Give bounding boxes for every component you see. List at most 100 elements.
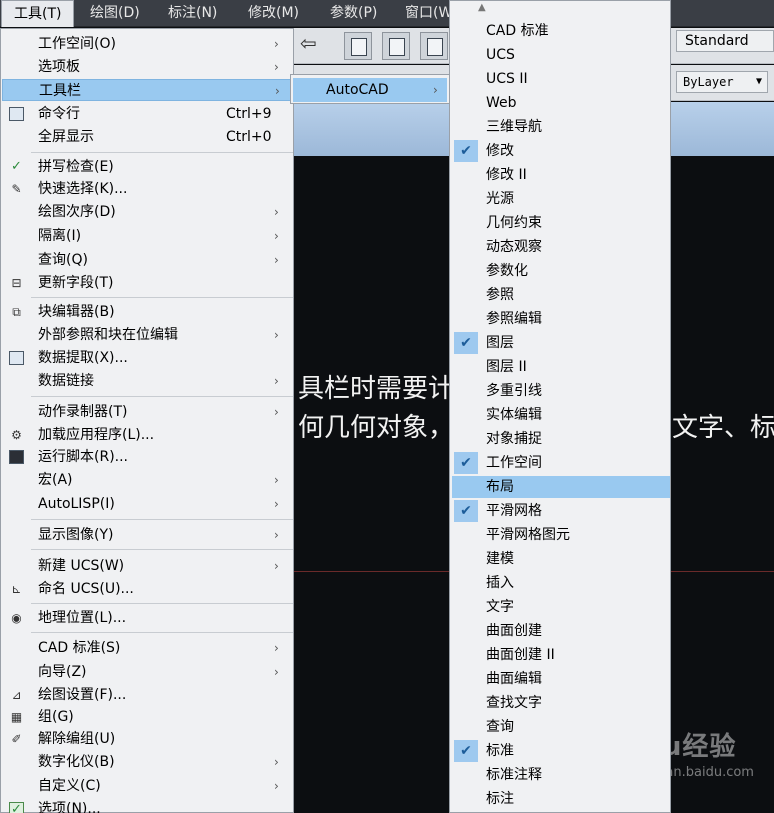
toolbar-option[interactable]: ✔ 图层 [452, 332, 670, 354]
toolbar-option[interactable]: 修改 II [452, 164, 670, 186]
menu-item-tablet[interactable]: 数字化仪(B) › [2, 751, 293, 773]
toolbar-option-label: CAD 标准 [486, 23, 549, 39]
menu-item-toolbars[interactable]: 工具栏 › [2, 79, 293, 101]
toolbar-option-label: 平滑网格 [486, 503, 542, 519]
toolbar-option[interactable]: UCS II [452, 68, 670, 90]
menu-tools[interactable]: 工具(T) [1, 0, 75, 27]
menu-item-group[interactable]: ▦ 组(G) [2, 706, 293, 728]
toolbar-option[interactable]: 平滑网格图元 [452, 524, 670, 546]
toolbar-option-highlighted[interactable]: 布局 [452, 476, 670, 498]
menu-item-label: 宏(A) [38, 472, 73, 488]
scroll-up-icon[interactable]: ▲ [478, 2, 486, 13]
menu-item-inquiry[interactable]: 查询(Q) › [2, 249, 293, 271]
toolbar-option-label: 参数化 [486, 263, 528, 279]
toolbar-option[interactable]: 三维导航 [452, 116, 670, 138]
menu-item-options[interactable]: ✓ 选项(N)... [2, 798, 293, 813]
menu-modify[interactable]: 修改(M) [236, 0, 311, 27]
toolbar-option[interactable]: CAD 标准 [452, 20, 670, 42]
menu-item-run-script[interactable]: 运行脚本(R)... [2, 446, 293, 468]
toolbar-option[interactable]: 标准注释 [452, 764, 670, 786]
toolbar-option[interactable]: 文字 [452, 596, 670, 618]
toolbar-option[interactable]: 建模 [452, 548, 670, 570]
menu-item-drafting-settings[interactable]: ⊿ 绘图设置(F)... [2, 684, 293, 706]
menu-item-label: 选项板 [38, 59, 80, 75]
toolbar-option-label: 对象捕捉 [486, 431, 542, 447]
toolbar-option[interactable]: ✔ 工作空间 [452, 452, 670, 474]
submenu-item-autocad[interactable]: AutoCAD › [293, 78, 447, 102]
chevron-right-icon: › [274, 405, 279, 419]
menu-dimension[interactable]: 标注(N) [156, 0, 229, 27]
menu-item-workspace[interactable]: 工作空间(O) › [2, 33, 293, 55]
menu-item-xref-edit[interactable]: 外部参照和块在位编辑 › [2, 324, 293, 346]
menu-item-action-recorder[interactable]: 动作录制器(T) › [2, 401, 293, 423]
load-application-icon: ⚙ [11, 428, 22, 442]
menu-item-display-image[interactable]: 显示图像(Y) › [2, 524, 293, 546]
design-center-toolbar-button[interactable] [382, 32, 410, 60]
toolbar-option[interactable]: 几何约束 [452, 212, 670, 234]
toolbar-option[interactable]: ✔ 平滑网格 [452, 500, 670, 522]
toolbar-option-label: 文字 [486, 599, 514, 615]
menu-item-new-ucs[interactable]: 新建 UCS(W) › [2, 555, 293, 577]
menu-item-update-fields[interactable]: ⊟ 更新字段(T) [2, 272, 293, 294]
checkmark-icon: ✔ [454, 140, 478, 162]
toolbar-option[interactable]: 实体编辑 [452, 404, 670, 426]
toolbar-option[interactable]: 多重引线 [452, 380, 670, 402]
menu-item-isolate[interactable]: 隔离(I) › [2, 225, 293, 247]
toolbar-option[interactable]: 光源 [452, 188, 670, 210]
chevron-down-icon: ▼ [755, 76, 762, 87]
toolbar-option[interactable]: 查找文字 [452, 692, 670, 714]
toolbar-option[interactable]: ✔ 标准 [452, 740, 670, 762]
toolbar-option[interactable]: 参照编辑 [452, 308, 670, 330]
toolbar-option[interactable]: 参数化 [452, 260, 670, 282]
menu-item-load-application[interactable]: ⚙ 加载应用程序(L)... [2, 424, 293, 446]
toolbar-option[interactable]: ✔ 修改 [452, 140, 670, 162]
chevron-right-icon: › [433, 83, 438, 97]
menu-item-palettes[interactable]: 选项板 › [2, 56, 293, 78]
menu-item-ungroup[interactable]: ✐ 解除编组(U) [2, 728, 293, 750]
menu-item-autolisp[interactable]: AutoLISP(I) › [2, 493, 293, 515]
toolbar-option[interactable]: 参照 [452, 284, 670, 306]
toolbar-option[interactable]: Web [452, 92, 670, 114]
options-check-icon: ✓ [9, 802, 24, 813]
menu-item-data-links[interactable]: 数据链接 › [2, 370, 293, 392]
menu-item-macro[interactable]: 宏(A) › [2, 469, 293, 491]
group-icon: ▦ [10, 710, 23, 724]
menu-item-quick-select[interactable]: ✎ 快速选择(K)... [2, 178, 293, 200]
menu-item-shortcut: Ctrl+0 [226, 129, 272, 145]
canvas-text-line1: 具栏时需要计 [298, 374, 455, 404]
menu-item-fullscreen[interactable]: 全屏显示 Ctrl+0 [2, 126, 293, 148]
properties-toolbar-button[interactable] [344, 32, 372, 60]
menu-item-command-line[interactable]: 命令行 Ctrl+9 [2, 103, 293, 125]
toolbar-option[interactable]: 插入 [452, 572, 670, 594]
menu-item-draw-order[interactable]: 绘图次序(D) › [2, 201, 293, 223]
menu-item-data-extraction[interactable]: 数据提取(X)... [2, 347, 293, 369]
menu-item-label: 显示图像(Y) [38, 527, 114, 543]
menu-item-block-editor[interactable]: ⧉ 块编辑器(B) [2, 301, 293, 323]
menu-parametric[interactable]: 参数(P) [318, 0, 389, 27]
toolbar-option[interactable]: 曲面创建 II [452, 644, 670, 666]
linetype-select[interactable]: ByLayer ▼ [676, 71, 768, 93]
toolbar-option[interactable]: 曲面创建 [452, 620, 670, 642]
toolbar-option[interactable]: UCS [452, 44, 670, 66]
menu-item-customize[interactable]: 自定义(C) › [2, 775, 293, 797]
tool-palette-toolbar-button[interactable] [420, 32, 448, 60]
toolbar-option[interactable]: 标注 [452, 788, 670, 810]
menu-item-spell-check[interactable]: ✓ 拼写检查(E) [2, 156, 293, 178]
menu-item-named-ucs[interactable]: ⊾ 命名 UCS(U)... [2, 578, 293, 600]
menu-item-geolocation[interactable]: ◉ 地理位置(L)... [2, 607, 293, 629]
chevron-right-icon: › [274, 755, 279, 769]
toolbar-option-label: 三维导航 [486, 119, 542, 135]
toolbar-option[interactable]: 动态观察 [452, 236, 670, 258]
chevron-right-icon: › [274, 37, 279, 51]
menu-item-wizards[interactable]: 向导(Z) › [2, 661, 293, 683]
toolbar-option-label: UCS [486, 47, 515, 63]
text-style-select[interactable]: Standard [676, 30, 774, 52]
menu-item-cad-standards[interactable]: CAD 标准(S) › [2, 637, 293, 659]
zoom-previous-icon[interactable]: ⇦ [300, 31, 317, 55]
menu-item-label: 命令行 [38, 106, 80, 122]
toolbar-option[interactable]: 查询 [452, 716, 670, 738]
toolbar-option[interactable]: 曲面编辑 [452, 668, 670, 690]
toolbar-option[interactable]: 图层 II [452, 356, 670, 378]
toolbar-option[interactable]: 对象捕捉 [452, 428, 670, 450]
menu-draw[interactable]: 绘图(D) [78, 0, 152, 27]
